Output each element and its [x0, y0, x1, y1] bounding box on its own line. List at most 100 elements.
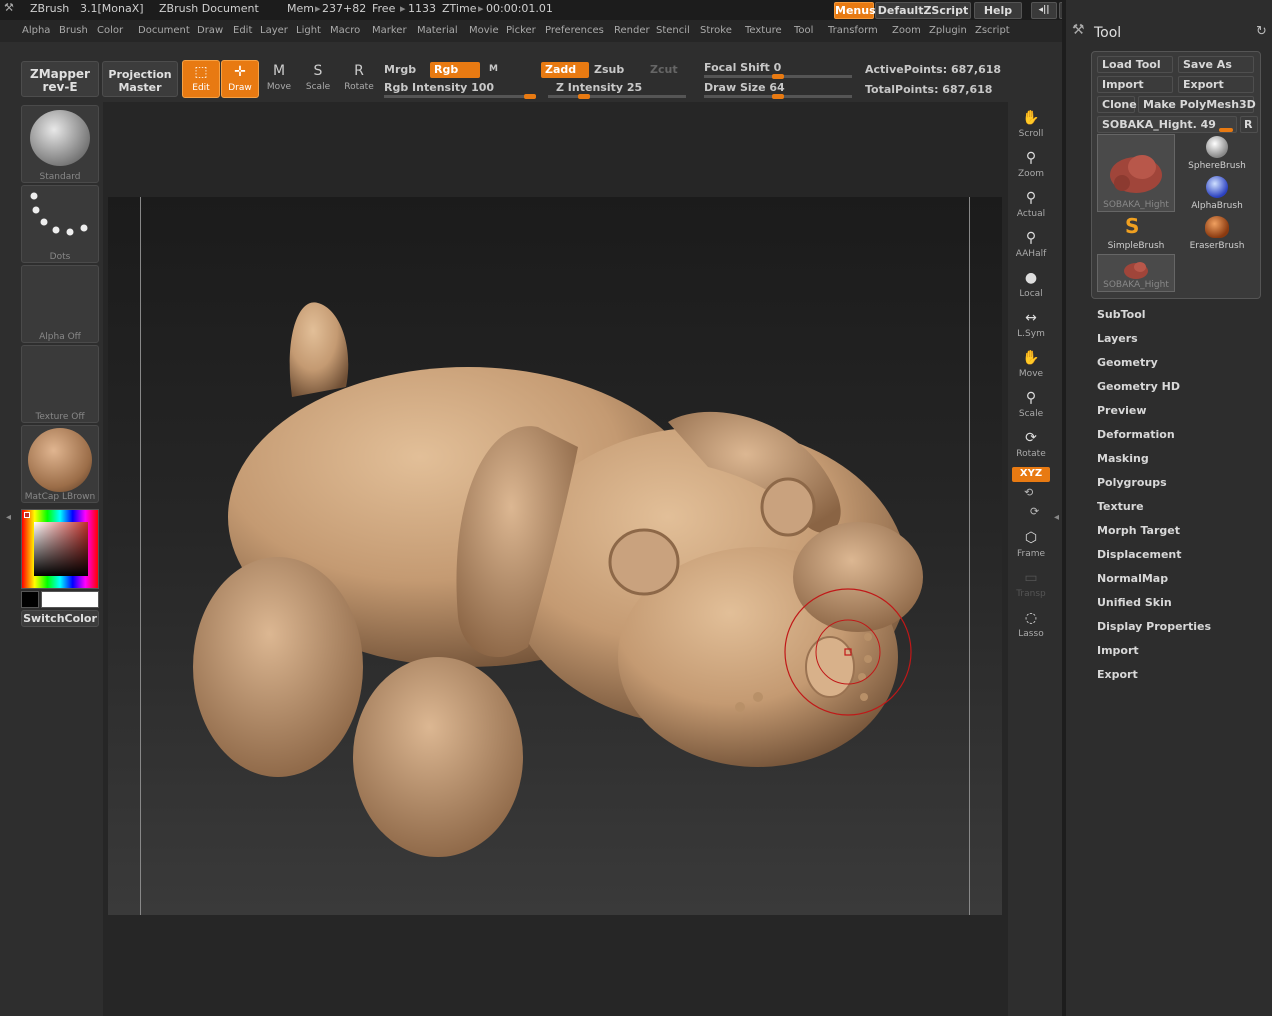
- menu-color[interactable]: Color: [97, 25, 123, 36]
- active-tool-slider[interactable]: SOBAKA_Hight. 49: [1097, 116, 1237, 133]
- sculpt-model[interactable]: [108, 197, 1002, 915]
- rotate-button[interactable]: R Rotate: [340, 60, 378, 98]
- transp-button[interactable]: ▭ Transp: [1012, 567, 1050, 603]
- aahalf-button[interactable]: ⚲ AAHalf: [1012, 227, 1050, 263]
- projection-master-button[interactable]: Projection Master: [102, 61, 178, 97]
- rgb-intensity-label[interactable]: Rgb Intensity 100: [384, 81, 494, 94]
- draw-size-label[interactable]: Draw Size 64: [704, 81, 785, 94]
- stroke-thumbnail[interactable]: Dots: [21, 185, 99, 263]
- menu-zscript[interactable]: Zscript: [975, 25, 1010, 36]
- subpalette-deformation[interactable]: Deformation: [1097, 428, 1175, 441]
- r-button[interactable]: R: [1240, 116, 1258, 133]
- menu-draw[interactable]: Draw: [197, 25, 223, 36]
- draw-button[interactable]: ✛ Draw: [221, 60, 259, 98]
- clone-button[interactable]: Clone: [1097, 96, 1137, 113]
- scale-button[interactable]: S Scale: [299, 60, 337, 98]
- scroll-left-icon[interactable]: ◂||: [1031, 2, 1057, 19]
- color-picker[interactable]: [21, 509, 99, 589]
- slider-handle[interactable]: [1219, 128, 1233, 132]
- menu-document[interactable]: Document: [138, 25, 190, 36]
- default-zscript-button[interactable]: DefaultZScript: [875, 2, 971, 19]
- menu-texture[interactable]: Texture: [745, 25, 782, 36]
- z-intensity-slider[interactable]: [548, 94, 686, 99]
- lasso-button[interactable]: ◌ Lasso: [1012, 607, 1050, 643]
- export-button[interactable]: Export: [1178, 76, 1254, 93]
- collapse-left-icon[interactable]: ◂: [6, 512, 11, 523]
- subpalette-displacement[interactable]: Displacement: [1097, 548, 1182, 561]
- menu-preferences[interactable]: Preferences: [545, 25, 604, 36]
- menu-alpha[interactable]: Alpha: [22, 25, 50, 36]
- refresh-icon[interactable]: ↻: [1256, 24, 1267, 39]
- menu-zoom[interactable]: Zoom: [892, 25, 921, 36]
- slider-handle[interactable]: [772, 74, 784, 79]
- move-view-button[interactable]: ✋ Move: [1012, 347, 1050, 383]
- menu-picker[interactable]: Picker: [506, 25, 536, 36]
- subpalette-texture[interactable]: Texture: [1097, 500, 1144, 513]
- slider-handle[interactable]: [524, 94, 536, 99]
- scroll-button[interactable]: ✋ Scroll: [1012, 107, 1050, 143]
- eraser-brush-thumb[interactable]: EraserBrush: [1178, 214, 1256, 252]
- load-tool-button[interactable]: Load Tool: [1097, 56, 1173, 73]
- menu-zplugin[interactable]: Zplugin: [929, 25, 967, 36]
- simple-brush-thumb[interactable]: S SimpleBrush: [1097, 214, 1175, 252]
- subpalette-preview[interactable]: Preview: [1097, 404, 1147, 417]
- menu-render[interactable]: Render: [614, 25, 650, 36]
- primary-color-swatch[interactable]: [41, 591, 99, 608]
- scale-view-button[interactable]: ⚲ Scale: [1012, 387, 1050, 423]
- menu-transform[interactable]: Transform: [828, 25, 878, 36]
- alpha-thumbnail[interactable]: Alpha Off: [21, 265, 99, 343]
- alpha-brush-thumb[interactable]: AlphaBrush: [1178, 174, 1256, 212]
- zoom-button[interactable]: ⚲ Zoom: [1012, 147, 1050, 183]
- edit-button[interactable]: ⬚ Edit: [182, 60, 220, 98]
- rgb-button[interactable]: Rgb: [430, 62, 480, 78]
- slider-handle[interactable]: [772, 94, 784, 99]
- secondary-color-swatch[interactable]: [21, 591, 39, 608]
- actual-button[interactable]: ⚲ Actual: [1012, 187, 1050, 223]
- menu-macro[interactable]: Macro: [330, 25, 360, 36]
- focal-shift-label[interactable]: Focal Shift 0: [704, 61, 781, 74]
- subpalette-polygroups[interactable]: Polygroups: [1097, 476, 1167, 489]
- focal-shift-slider[interactable]: [704, 74, 852, 79]
- menu-brush[interactable]: Brush: [59, 25, 88, 36]
- rgb-intensity-slider[interactable]: [384, 94, 536, 99]
- import-button[interactable]: Import: [1097, 76, 1173, 93]
- menu-light[interactable]: Light: [296, 25, 321, 36]
- lsym-button[interactable]: ↔ L.Sym: [1012, 307, 1050, 343]
- document-canvas[interactable]: [108, 197, 1002, 915]
- subpalette-layers[interactable]: Layers: [1097, 332, 1138, 345]
- subpalette-geometry-hd[interactable]: Geometry HD: [1097, 380, 1180, 393]
- xyz-button[interactable]: XYZ: [1012, 467, 1050, 482]
- subpalette-morph-target[interactable]: Morph Target: [1097, 524, 1180, 537]
- menu-material[interactable]: Material: [417, 25, 458, 36]
- color-marker[interactable]: [24, 512, 30, 518]
- local-button[interactable]: ● Local: [1012, 267, 1050, 303]
- tool-palette-header[interactable]: ⚒ Tool ↻: [1066, 20, 1272, 46]
- help-button[interactable]: Help: [974, 2, 1022, 19]
- menus-button[interactable]: Menus: [834, 2, 876, 19]
- color-square[interactable]: [34, 522, 88, 576]
- subpalette-display-properties[interactable]: Display Properties: [1097, 620, 1211, 633]
- subpalette-geometry[interactable]: Geometry: [1097, 356, 1158, 369]
- sphere-brush-thumb[interactable]: SphereBrush: [1178, 134, 1256, 172]
- menu-stroke[interactable]: Stroke: [700, 25, 732, 36]
- z-intensity-label[interactable]: Z Intensity 25: [556, 81, 642, 94]
- material-thumbnail[interactable]: MatCap LBrown: [21, 425, 99, 503]
- move-button[interactable]: M Move: [260, 60, 298, 98]
- make-polymesh-button[interactable]: Make PolyMesh3D: [1138, 96, 1256, 113]
- m-button[interactable]: M: [489, 64, 498, 74]
- subpalette-subtool[interactable]: SubTool: [1097, 308, 1146, 321]
- subpalette-normalmap[interactable]: NormalMap: [1097, 572, 1168, 585]
- slider-handle[interactable]: [578, 94, 590, 99]
- subpalette-export[interactable]: Export: [1097, 668, 1138, 681]
- tool-thumb-sobaka-small[interactable]: SOBAKA_Hight: [1097, 254, 1175, 292]
- save-as-button[interactable]: Save As: [1178, 56, 1254, 73]
- menu-movie[interactable]: Movie: [469, 25, 499, 36]
- texture-thumbnail[interactable]: Texture Off: [21, 345, 99, 423]
- subpalette-unified-skin[interactable]: Unified Skin: [1097, 596, 1172, 609]
- zmapper-button[interactable]: ZMapper rev-E: [21, 61, 99, 97]
- zcut-button[interactable]: Zcut: [650, 63, 678, 76]
- brush-thumbnail[interactable]: Standard: [21, 105, 99, 183]
- menu-layer[interactable]: Layer: [260, 25, 288, 36]
- zsub-button[interactable]: Zsub: [594, 63, 624, 76]
- draw-size-slider[interactable]: [704, 94, 852, 99]
